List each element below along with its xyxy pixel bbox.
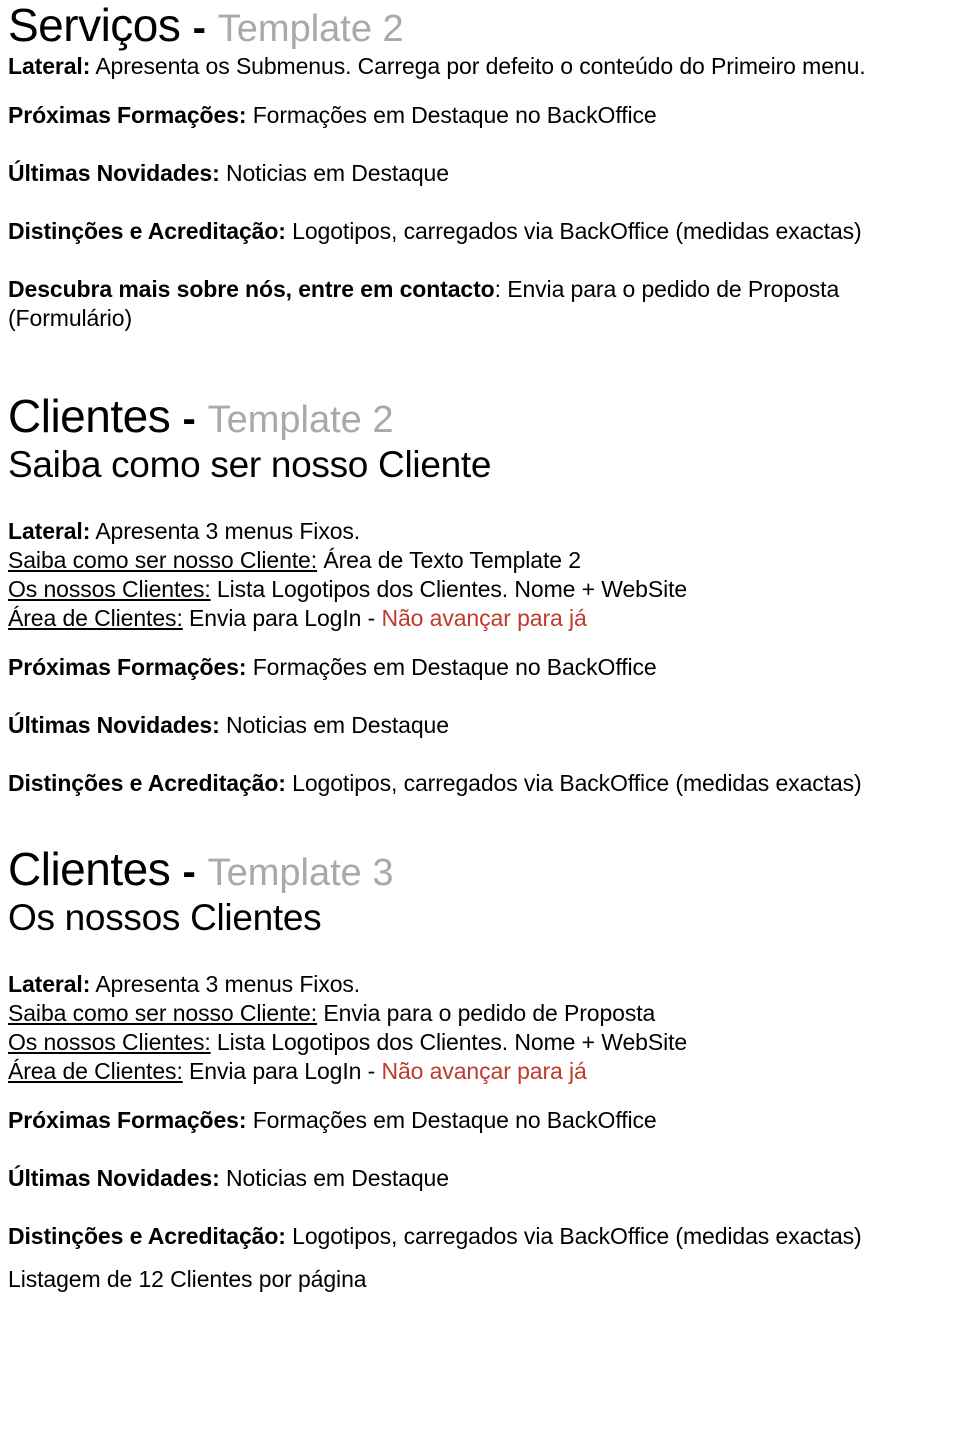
clientes-t3-menus: Lateral: Apresenta 3 menus Fixos. Saiba … — [8, 970, 958, 1086]
servicos-item-2: Distinções e Acreditação: Logotipos, car… — [8, 217, 958, 246]
clientes-t3-menu-2-label[interactable]: Área de Clientes: — [8, 1058, 183, 1084]
clientes-t2-item-0: Próximas Formações: Formações em Destaqu… — [8, 653, 958, 682]
subtitle-clientes-t2: Saiba como ser nosso Cliente — [8, 444, 492, 485]
page-title-clientes-t3-dash: - — [182, 850, 196, 894]
page-title-clientes-t2-main: Clientes — [8, 390, 171, 442]
document-page: Serviços - Template 2 Lateral: Apresenta… — [0, 0, 960, 1434]
servicos-item-1-label: Últimas Novidades: — [8, 160, 220, 186]
clientes-t3-menu-2-text: Envia para LogIn - — [182, 1058, 382, 1084]
clientes-t3-item-1-text: Noticias em Destaque — [219, 1165, 449, 1191]
clientes-t2-item-1-text: Noticias em Destaque — [219, 712, 449, 738]
clientes-t3-item-1-label: Últimas Novidades: — [8, 1165, 220, 1191]
clientes-t2-item-2: Distinções e Acreditação: Logotipos, car… — [8, 769, 958, 798]
clientes-t3-item-2-text: Logotipos, carregados via BackOffice (me… — [285, 1223, 862, 1249]
document-body: Serviços - Template 2 Lateral: Apresenta… — [0, 0, 960, 1294]
clientes-t2-menu-0-label[interactable]: Saiba como ser nosso Cliente: — [8, 547, 317, 573]
clientes-t2-lateral-text: Apresenta 3 menus Fixos. — [90, 518, 361, 544]
clientes-t2-menu-1-label[interactable]: Os nossos Clientes: — [8, 576, 211, 602]
clientes-t2-items: Próximas Formações: Formações em Destaqu… — [8, 653, 958, 798]
clientes-t3-item-0-label: Próximas Formações: — [8, 1107, 247, 1133]
clientes-t3-menu-2: Área de Clientes: Envia para LogIn - Não… — [8, 1057, 958, 1086]
clientes-t3-menu-0-text: Envia para o pedido de Proposta — [317, 1000, 656, 1026]
servicos-item-2-label: Distinções e Acreditação: — [8, 218, 286, 244]
clientes-t3-footer-note: Listagem de 12 Clientes por página — [8, 1266, 367, 1292]
page-title-clientes-t2-dash: - — [182, 397, 196, 441]
servicos-item-0-text: Formações em Destaque no BackOffice — [246, 102, 657, 128]
servicos-item-1-text: Noticias em Destaque — [219, 160, 449, 186]
clientes-t3-item-0-text: Formações em Destaque no BackOffice — [246, 1107, 657, 1133]
servicos-lateral-label: Lateral: — [8, 53, 91, 79]
servicos-item-3: Descubra mais sobre nós, entre em contac… — [8, 275, 958, 304]
clientes-t3-lateral-text: Apresenta 3 menus Fixos. — [90, 971, 361, 997]
clientes-t3-lateral-label: Lateral: — [8, 971, 91, 997]
servicos-item-1: Últimas Novidades: Noticias em Destaque — [8, 159, 958, 188]
clientes-t2-item-1-label: Últimas Novidades: — [8, 712, 220, 738]
clientes-t2-menu-2-warning: Não avançar para já — [381, 605, 587, 631]
servicos-lateral-text: Apresenta os Submenus. Carrega por defei… — [90, 53, 866, 79]
page-title-clientes-t3-main: Clientes — [8, 843, 171, 895]
clientes-t3-lateral-line: Lateral: Apresenta 3 menus Fixos. — [8, 970, 958, 999]
clientes-t3-menu-2-warning: Não avançar para já — [381, 1058, 587, 1084]
page-title-clientes-t2: Clientes - Template 2 — [8, 391, 958, 443]
clientes-t3-items: Próximas Formações: Formações em Destaqu… — [8, 1106, 958, 1251]
page-title-clientes-t3: Clientes - Template 3 — [8, 844, 958, 896]
clientes-t3-menu-0: Saiba como ser nosso Cliente: Envia para… — [8, 999, 958, 1028]
servicos-lateral-line: Lateral: Apresenta os Submenus. Carrega … — [8, 52, 958, 81]
page-title-clientes-t2-template: Template 2 — [207, 399, 394, 441]
servicos-items: Próximas Formações: Formações em Destaqu… — [8, 101, 958, 304]
page-title-servicos-dash: - — [192, 6, 206, 50]
page-title-clientes-t3-template: Template 3 — [207, 852, 394, 894]
page-title-servicos: Serviços - Template 2 — [8, 0, 958, 52]
page-title-servicos-template: Template 2 — [217, 8, 404, 50]
clientes-t3-item-2: Distinções e Acreditação: Logotipos, car… — [8, 1222, 958, 1251]
clientes-t2-item-1: Últimas Novidades: Noticias em Destaque — [8, 711, 958, 740]
clientes-t3-item-1: Últimas Novidades: Noticias em Destaque — [8, 1164, 958, 1193]
servicos-item-3-label: Descubra mais sobre nós, entre em contac… — [8, 276, 495, 302]
clientes-t2-item-0-text: Formações em Destaque no BackOffice — [246, 654, 657, 680]
clientes-t2-menu-1: Os nossos Clientes: Lista Logotipos dos … — [8, 575, 958, 604]
clientes-t2-menu-2: Área de Clientes: Envia para LogIn - Não… — [8, 604, 958, 633]
page-title-servicos-main: Serviços — [8, 0, 181, 51]
servicos-item-0-label: Próximas Formações: — [8, 102, 247, 128]
clientes-t3-menu-1-text: Lista Logotipos dos Clientes. Nome + Web… — [210, 1029, 688, 1055]
clientes-t2-item-2-text: Logotipos, carregados via BackOffice (me… — [285, 770, 862, 796]
clientes-t3-item-0: Próximas Formações: Formações em Destaqu… — [8, 1106, 958, 1135]
clientes-t2-menu-2-text: Envia para LogIn - — [182, 605, 382, 631]
clientes-t3-menu-0-label[interactable]: Saiba como ser nosso Cliente: — [8, 1000, 317, 1026]
clientes-t2-item-2-label: Distinções e Acreditação: — [8, 770, 286, 796]
clientes-t2-menu-0: Saiba como ser nosso Cliente: Área de Te… — [8, 546, 958, 575]
clientes-t2-menu-1-text: Lista Logotipos dos Clientes. Nome + Web… — [210, 576, 688, 602]
servicos-item-0: Próximas Formações: Formações em Destaqu… — [8, 101, 958, 130]
clientes-t3-item-2-label: Distinções e Acreditação: — [8, 1223, 286, 1249]
clientes-t2-menus: Lateral: Apresenta 3 menus Fixos. Saiba … — [8, 517, 958, 633]
servicos-item-2-text: Logotipos, carregados via BackOffice (me… — [285, 218, 862, 244]
clientes-t2-menu-2-label[interactable]: Área de Clientes: — [8, 605, 183, 631]
servicos-formulario: (Formulário) — [8, 305, 133, 331]
subtitle-clientes-t3: Os nossos Clientes — [8, 897, 322, 938]
servicos-item-3-text: : Envia para o pedido de Proposta — [494, 276, 840, 302]
clientes-t2-item-0-label: Próximas Formações: — [8, 654, 247, 680]
clientes-t2-lateral-label: Lateral: — [8, 518, 91, 544]
clientes-t2-menu-0-text: Área de Texto Template 2 — [317, 547, 581, 573]
clientes-t2-lateral-line: Lateral: Apresenta 3 menus Fixos. — [8, 517, 958, 546]
clientes-t3-menu-1: Os nossos Clientes: Lista Logotipos dos … — [8, 1028, 958, 1057]
clientes-t3-menu-1-label[interactable]: Os nossos Clientes: — [8, 1029, 211, 1055]
